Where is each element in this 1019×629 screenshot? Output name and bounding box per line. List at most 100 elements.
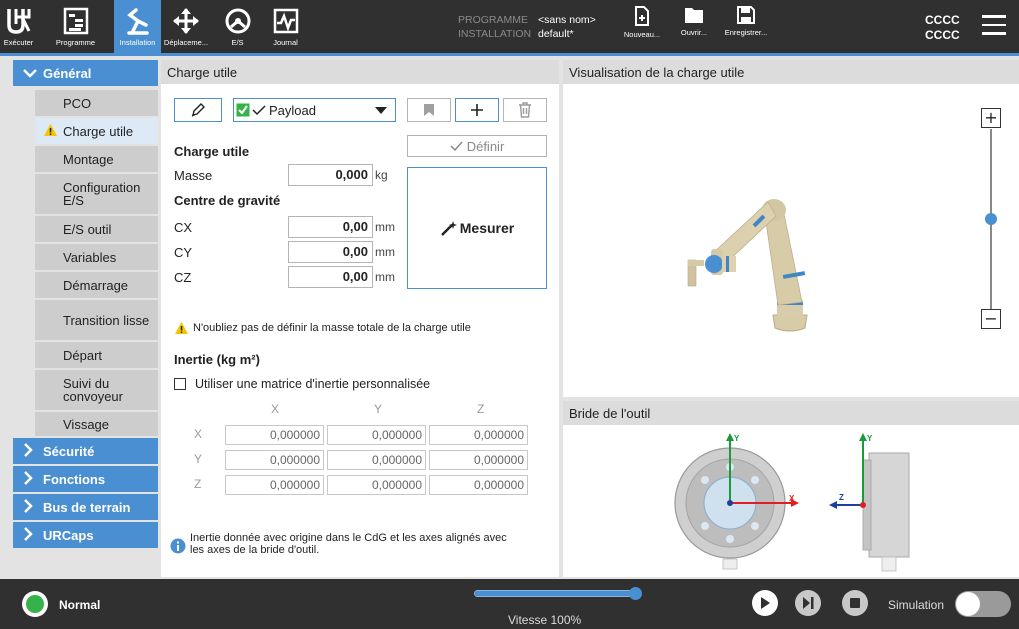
- nav-log-button[interactable]: Journal: [263, 0, 308, 53]
- topbar-accent-line: [0, 53, 1019, 56]
- installation-name: default*: [538, 28, 574, 40]
- pencil-icon: [191, 103, 205, 117]
- check-icon: [252, 105, 266, 116]
- play-button[interactable]: [752, 590, 778, 616]
- inertia-zx-field[interactable]: 0,000000: [225, 475, 324, 495]
- inertia-zz-field[interactable]: 0,000000: [429, 475, 528, 495]
- payload-subtitle: Charge utile: [174, 144, 250, 159]
- chevron-down-icon: [23, 66, 37, 81]
- robot-arm-3d-view[interactable]: [678, 170, 858, 340]
- program-icon: [61, 5, 91, 37]
- robot-status-label: Normal: [59, 598, 101, 612]
- sidebar-section-fieldbus[interactable]: Bus de terrain: [13, 494, 158, 520]
- save-file-button[interactable]: Enregistrer...: [722, 6, 770, 37]
- speed-slider-fill: [475, 591, 635, 596]
- zoom-in-button[interactable]: +: [981, 108, 1001, 128]
- payload-select[interactable]: Payload: [233, 98, 396, 122]
- cx-input[interactable]: 0,00: [288, 216, 373, 238]
- mass-label: Masse: [174, 168, 213, 183]
- sidebar-item-tcp[interactable]: PCO: [35, 90, 158, 116]
- stop-button[interactable]: [842, 590, 868, 616]
- step-icon: [803, 597, 814, 609]
- inertia-yz-field[interactable]: 0,000000: [429, 450, 528, 470]
- tool-flange-panel: Bride de l'outil Y X Y Z: [563, 401, 1019, 577]
- flange-title: Bride de l'outil: [563, 401, 1019, 425]
- open-file-button[interactable]: Ouvrir...: [680, 6, 708, 37]
- sidebar-item-startup[interactable]: Démarrage: [35, 272, 158, 298]
- magic-wand-icon: [440, 221, 457, 236]
- cx-unit: mm: [375, 220, 395, 234]
- add-payload-button[interactable]: [455, 98, 499, 122]
- stop-icon: [850, 598, 860, 608]
- set-default-button[interactable]: [407, 98, 451, 122]
- custom-matrix-checkbox[interactable]: [174, 378, 186, 390]
- sidebar-item-conveyor-tracking[interactable]: Suivi du convoyeur: [35, 370, 158, 410]
- simulation-toggle[interactable]: [955, 591, 1011, 617]
- sidebar-item-variables[interactable]: Variables: [35, 244, 158, 270]
- matrix-col-z: Z: [477, 402, 485, 416]
- sidebar-item-smooth-transition[interactable]: Transition lisse: [35, 300, 158, 340]
- nav-program-button[interactable]: Programme: [37, 0, 114, 53]
- folder-icon: [685, 8, 703, 23]
- top-bar: Exécuter Programme Installation Déplacem…: [0, 0, 1019, 56]
- sidebar-item-payload[interactable]: Charge utile: [35, 118, 158, 144]
- chevron-right-icon: [23, 442, 37, 460]
- new-file-icon: [635, 6, 649, 26]
- sidebar-item-io-setup[interactable]: Configuration E/S: [35, 174, 158, 214]
- warning-icon: [43, 123, 58, 139]
- inertia-zy-field[interactable]: 0,000000: [327, 475, 426, 495]
- cx-label: CX: [174, 220, 193, 235]
- sidebar-item-mounting[interactable]: Montage: [35, 146, 158, 172]
- inertia-xz-field[interactable]: 0,000000: [429, 425, 528, 445]
- simulation-toggle-knob: [956, 592, 980, 616]
- user-indicator[interactable]: CCCC CCCC: [925, 13, 960, 43]
- cy-input[interactable]: 0,00: [288, 241, 373, 263]
- zoom-out-button[interactable]: −: [981, 309, 1001, 329]
- play-icon: [761, 597, 770, 609]
- nav-io-button[interactable]: E/S: [215, 0, 260, 53]
- matrix-row-y: Y: [194, 452, 203, 466]
- nav-installation-button[interactable]: Installation: [114, 0, 161, 53]
- plus-icon: +: [984, 108, 998, 127]
- inertia-title: Inertie (kg m²): [174, 352, 260, 367]
- inertia-yx-field[interactable]: 0,000000: [225, 450, 324, 470]
- status-green-icon: [26, 595, 44, 613]
- chevron-right-icon: [23, 470, 37, 488]
- inertia-xx-field[interactable]: 0,000000: [225, 425, 324, 445]
- sidebar-item-tool-io[interactable]: E/S outil: [35, 216, 158, 242]
- hamburger-menu-icon[interactable]: [982, 15, 1006, 35]
- cz-input[interactable]: 0,00: [288, 266, 373, 288]
- payload-panel-title: Charge utile: [161, 60, 559, 84]
- sidebar-item-screwing[interactable]: Vissage: [35, 412, 158, 436]
- new-file-button[interactable]: Nouveau...: [624, 6, 660, 39]
- robot-status-button[interactable]: [22, 591, 48, 617]
- payload-panel: Charge utile Payload Définir Charge util…: [161, 60, 559, 577]
- inertia-yy-field[interactable]: 0,000000: [327, 450, 426, 470]
- mass-input[interactable]: 0,000: [288, 164, 373, 186]
- mass-unit: kg: [375, 168, 388, 182]
- simulation-label: Simulation: [888, 598, 945, 612]
- speed-slider-track[interactable]: [474, 590, 636, 597]
- step-button[interactable]: [795, 590, 821, 616]
- sidebar-section-features[interactable]: Fonctions: [13, 466, 158, 492]
- front-x-axis-label: X: [789, 494, 795, 503]
- nav-move-button[interactable]: Déplaceme...: [161, 0, 211, 53]
- measure-button[interactable]: Mesurer: [407, 167, 547, 289]
- sidebar-section-urcaps[interactable]: URCaps: [13, 522, 158, 548]
- set-button[interactable]: Définir: [407, 135, 547, 157]
- log-chart-icon: [271, 5, 301, 37]
- rename-button[interactable]: [174, 98, 222, 122]
- io-gauge-icon: [223, 5, 253, 37]
- side-y-axis-label: Y: [867, 434, 873, 443]
- sidebar-section-safety[interactable]: Sécurité: [13, 438, 158, 464]
- move-arrows-icon: [171, 5, 201, 37]
- delete-payload-button[interactable]: [503, 98, 547, 122]
- zoom-slider-handle[interactable]: [985, 213, 997, 225]
- sidebar-section-general[interactable]: Général: [13, 60, 158, 86]
- speed-slider-handle[interactable]: [629, 587, 642, 600]
- nav-run-button[interactable]: Exécuter: [0, 0, 37, 53]
- matrix-col-y: Y: [374, 402, 383, 416]
- chevron-right-icon: [23, 498, 37, 516]
- sidebar-item-home[interactable]: Départ: [35, 342, 158, 368]
- inertia-xy-field[interactable]: 0,000000: [327, 425, 426, 445]
